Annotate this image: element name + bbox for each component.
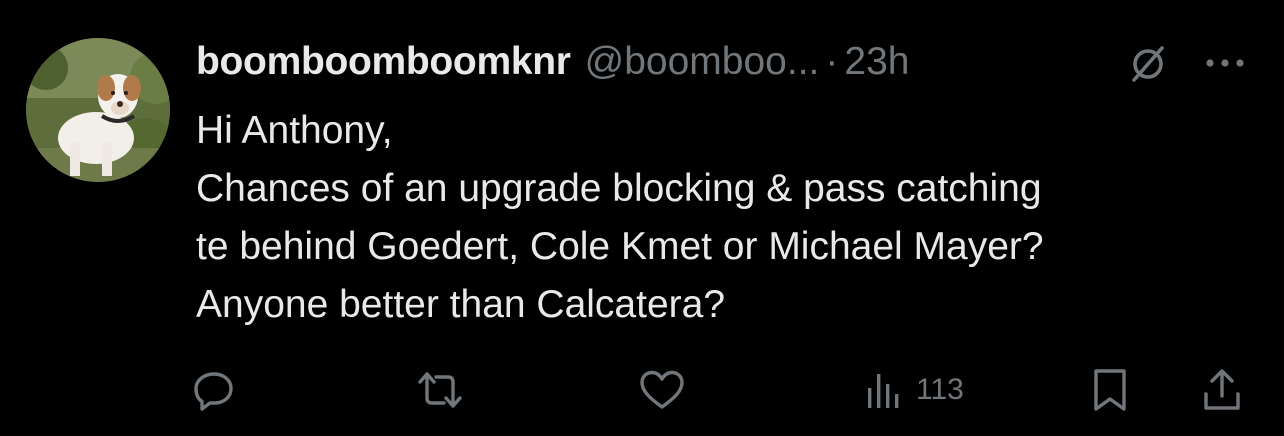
reply-button[interactable] <box>192 360 236 420</box>
tweet-line: Chances of an upgrade blocking & pass ca… <box>196 167 1042 210</box>
like-button[interactable] <box>638 360 686 420</box>
avatar-dog-image <box>26 38 170 182</box>
retweet-icon <box>418 372 462 408</box>
reply-bubble-icon <box>194 372 233 411</box>
tweet-header: boomboomboomknr @boomboo... · 23h <box>196 36 1256 88</box>
separator-dot: · <box>825 40 839 83</box>
retweet-button[interactable] <box>414 360 466 420</box>
tweet-line: te behind Goedert, Cole Kmet or Michael … <box>196 225 1044 268</box>
tweet-text: Hi Anthony, Chances of an upgrade blocki… <box>196 102 1256 334</box>
more-dots-icon[interactable] <box>1200 46 1250 80</box>
bookmark-button[interactable] <box>1090 360 1130 420</box>
share-icon <box>1204 369 1240 410</box>
share-button[interactable] <box>1200 360 1244 420</box>
user-handle[interactable]: @boomboo... <box>585 40 820 84</box>
views-button[interactable]: 113 <box>862 360 964 420</box>
tweet-line: Anyone better than Calcatera? <box>196 283 726 326</box>
action-bar: 113 <box>0 360 1284 420</box>
tweet[interactable]: boomboomboomknr @boomboo... · 23h Hi Ant… <box>0 0 1284 436</box>
heart-icon <box>640 370 684 409</box>
display-name[interactable]: boomboomboomknr <box>196 40 571 84</box>
tweet-line: Hi Anthony, <box>196 109 393 152</box>
views-count: 113 <box>916 373 964 406</box>
bookmark-icon <box>1094 369 1126 411</box>
timestamp[interactable]: 23h <box>844 40 909 84</box>
grok-icon[interactable] <box>1126 42 1170 86</box>
avatar[interactable] <box>26 38 170 182</box>
bar-chart-icon <box>868 374 899 408</box>
